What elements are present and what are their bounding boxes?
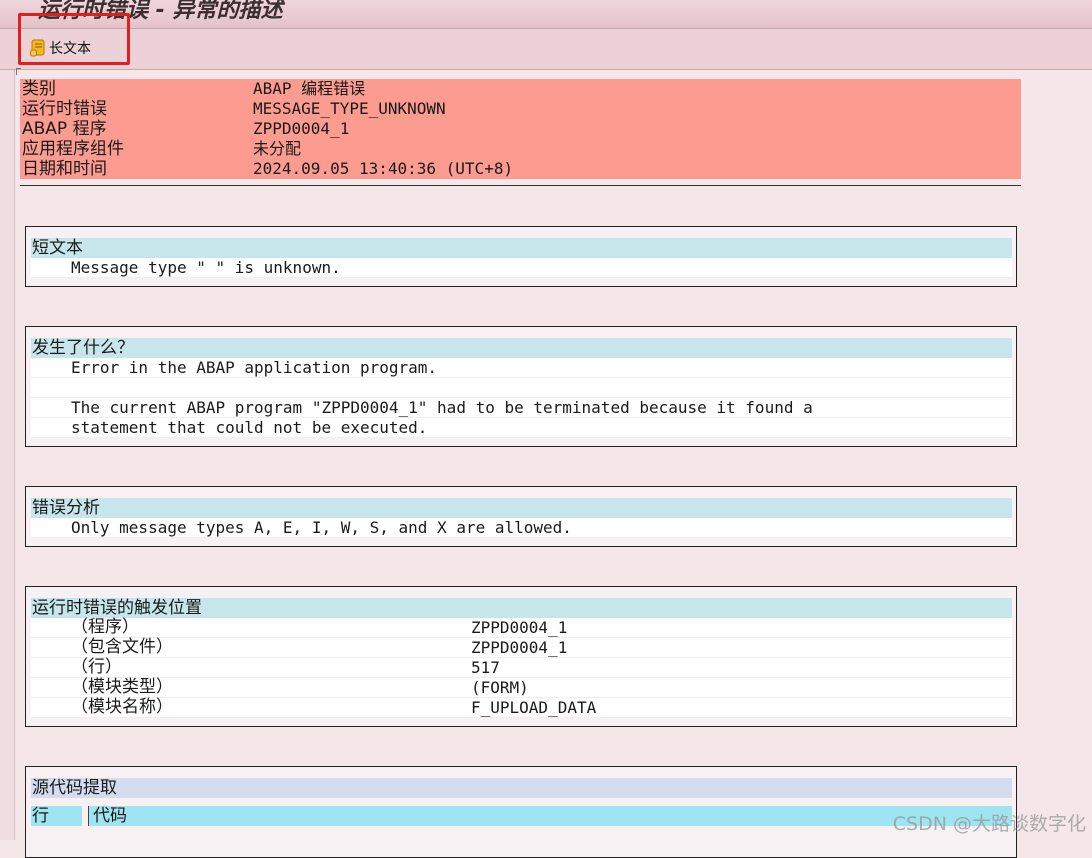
location-row: （模块名称） F_UPLOAD_DATA xyxy=(31,698,1012,718)
header-value: ZPPD0004_1 xyxy=(253,119,350,138)
header-divider xyxy=(20,185,1021,186)
header-row: 应用程序组件 未分配 xyxy=(20,139,1021,159)
header-key: 运行时错误 xyxy=(22,99,107,119)
header-key: 类别 xyxy=(22,79,56,99)
long-text-button[interactable]: 长文本 xyxy=(30,37,91,59)
header-key: ABAP 程序 xyxy=(22,119,107,139)
header-value: ABAP 编程错误 xyxy=(253,79,366,98)
header-row: 运行时错误 MESSAGE_TYPE_UNKNOWN xyxy=(20,99,1021,119)
text-line: The current ABAP program "ZPPD0004_1" ha… xyxy=(31,398,1012,418)
location-row: （行） 517 xyxy=(31,658,1012,678)
text-line: Only message types A, E, I, W, S, and X … xyxy=(31,518,1012,538)
column-code-header: 代码 xyxy=(88,806,1012,826)
text-line: Error in the ABAP application program. xyxy=(31,358,1012,378)
left-gutter xyxy=(0,70,15,840)
trigger-location-section: 运行时错误的触发位置 （程序） ZPPD0004_1 （包含文件） ZPPD0004… xyxy=(25,586,1017,727)
header-key: 日期和时间 xyxy=(22,159,107,179)
error-header-table: 类别 ABAP 编程错误 运行时错误 MESSAGE_TYPE_UNKNOWN AB… xyxy=(20,79,1021,179)
toolbar: 长文本 xyxy=(0,29,1092,70)
section-title: 发生了什么？ xyxy=(31,338,1012,358)
header-key: 应用程序组件 xyxy=(22,139,124,159)
source-extract-section: 源代码提取 行 代码 xyxy=(25,766,1017,858)
location-row: （程序） ZPPD0004_1 xyxy=(31,618,1012,638)
header-row: 日期和时间 2024.09.05 13:40:36 (UTC+8) xyxy=(20,159,1021,179)
location-key: （程序） xyxy=(71,617,139,637)
section-title: 源代码提取 xyxy=(31,778,1012,798)
section-title: 运行时错误的触发位置 xyxy=(31,598,1012,618)
window-title: 运行时错误 - 异常的描述 xyxy=(38,0,283,23)
column-line-header: 行 xyxy=(31,806,82,826)
corner-marker xyxy=(16,68,21,75)
location-value: ZPPD0004_1 xyxy=(471,618,568,637)
location-key: （模块类型） xyxy=(71,677,173,697)
section-title: 短文本 xyxy=(31,238,1012,258)
header-value: MESSAGE_TYPE_UNKNOWN xyxy=(253,99,446,118)
header-row: ABAP 程序 ZPPD0004_1 xyxy=(20,119,1021,139)
location-value: (FORM) xyxy=(471,678,529,697)
document-icon xyxy=(30,39,46,57)
watermark: CSDN @大路谈数字化 xyxy=(892,813,1086,835)
location-key: （模块名称） xyxy=(71,697,173,717)
section-title: 错误分析 xyxy=(31,498,1012,518)
text-line: Message type " " is unknown. xyxy=(31,258,1012,278)
source-column-header: 行 代码 xyxy=(31,806,1012,826)
text-line xyxy=(31,378,1012,398)
location-row: （模块类型） (FORM) xyxy=(31,678,1012,698)
location-value: 517 xyxy=(471,658,500,677)
short-text-section: 短文本 Message type " " is unknown. xyxy=(25,226,1017,287)
location-row: （包含文件） ZPPD0004_1 xyxy=(31,638,1012,658)
header-value: 未分配 xyxy=(253,139,302,158)
location-value: F_UPLOAD_DATA xyxy=(471,698,597,717)
header-value: 2024.09.05 13:40:36 (UTC+8) xyxy=(253,159,514,178)
text-line: statement that could not be executed. xyxy=(31,418,1012,438)
long-text-label: 长文本 xyxy=(49,41,91,57)
title-bar: 运行时错误 - 异常的描述 xyxy=(0,0,1092,29)
header-row: 类别 ABAP 编程错误 xyxy=(20,79,1021,99)
location-key: （行） xyxy=(71,657,122,677)
error-analysis-section: 错误分析 Only message types A, E, I, W, S, a… xyxy=(25,486,1017,547)
location-value: ZPPD0004_1 xyxy=(471,638,568,657)
what-happened-section: 发生了什么？ Error in the ABAP application pro… xyxy=(25,326,1017,447)
location-key: （包含文件） xyxy=(71,637,173,657)
